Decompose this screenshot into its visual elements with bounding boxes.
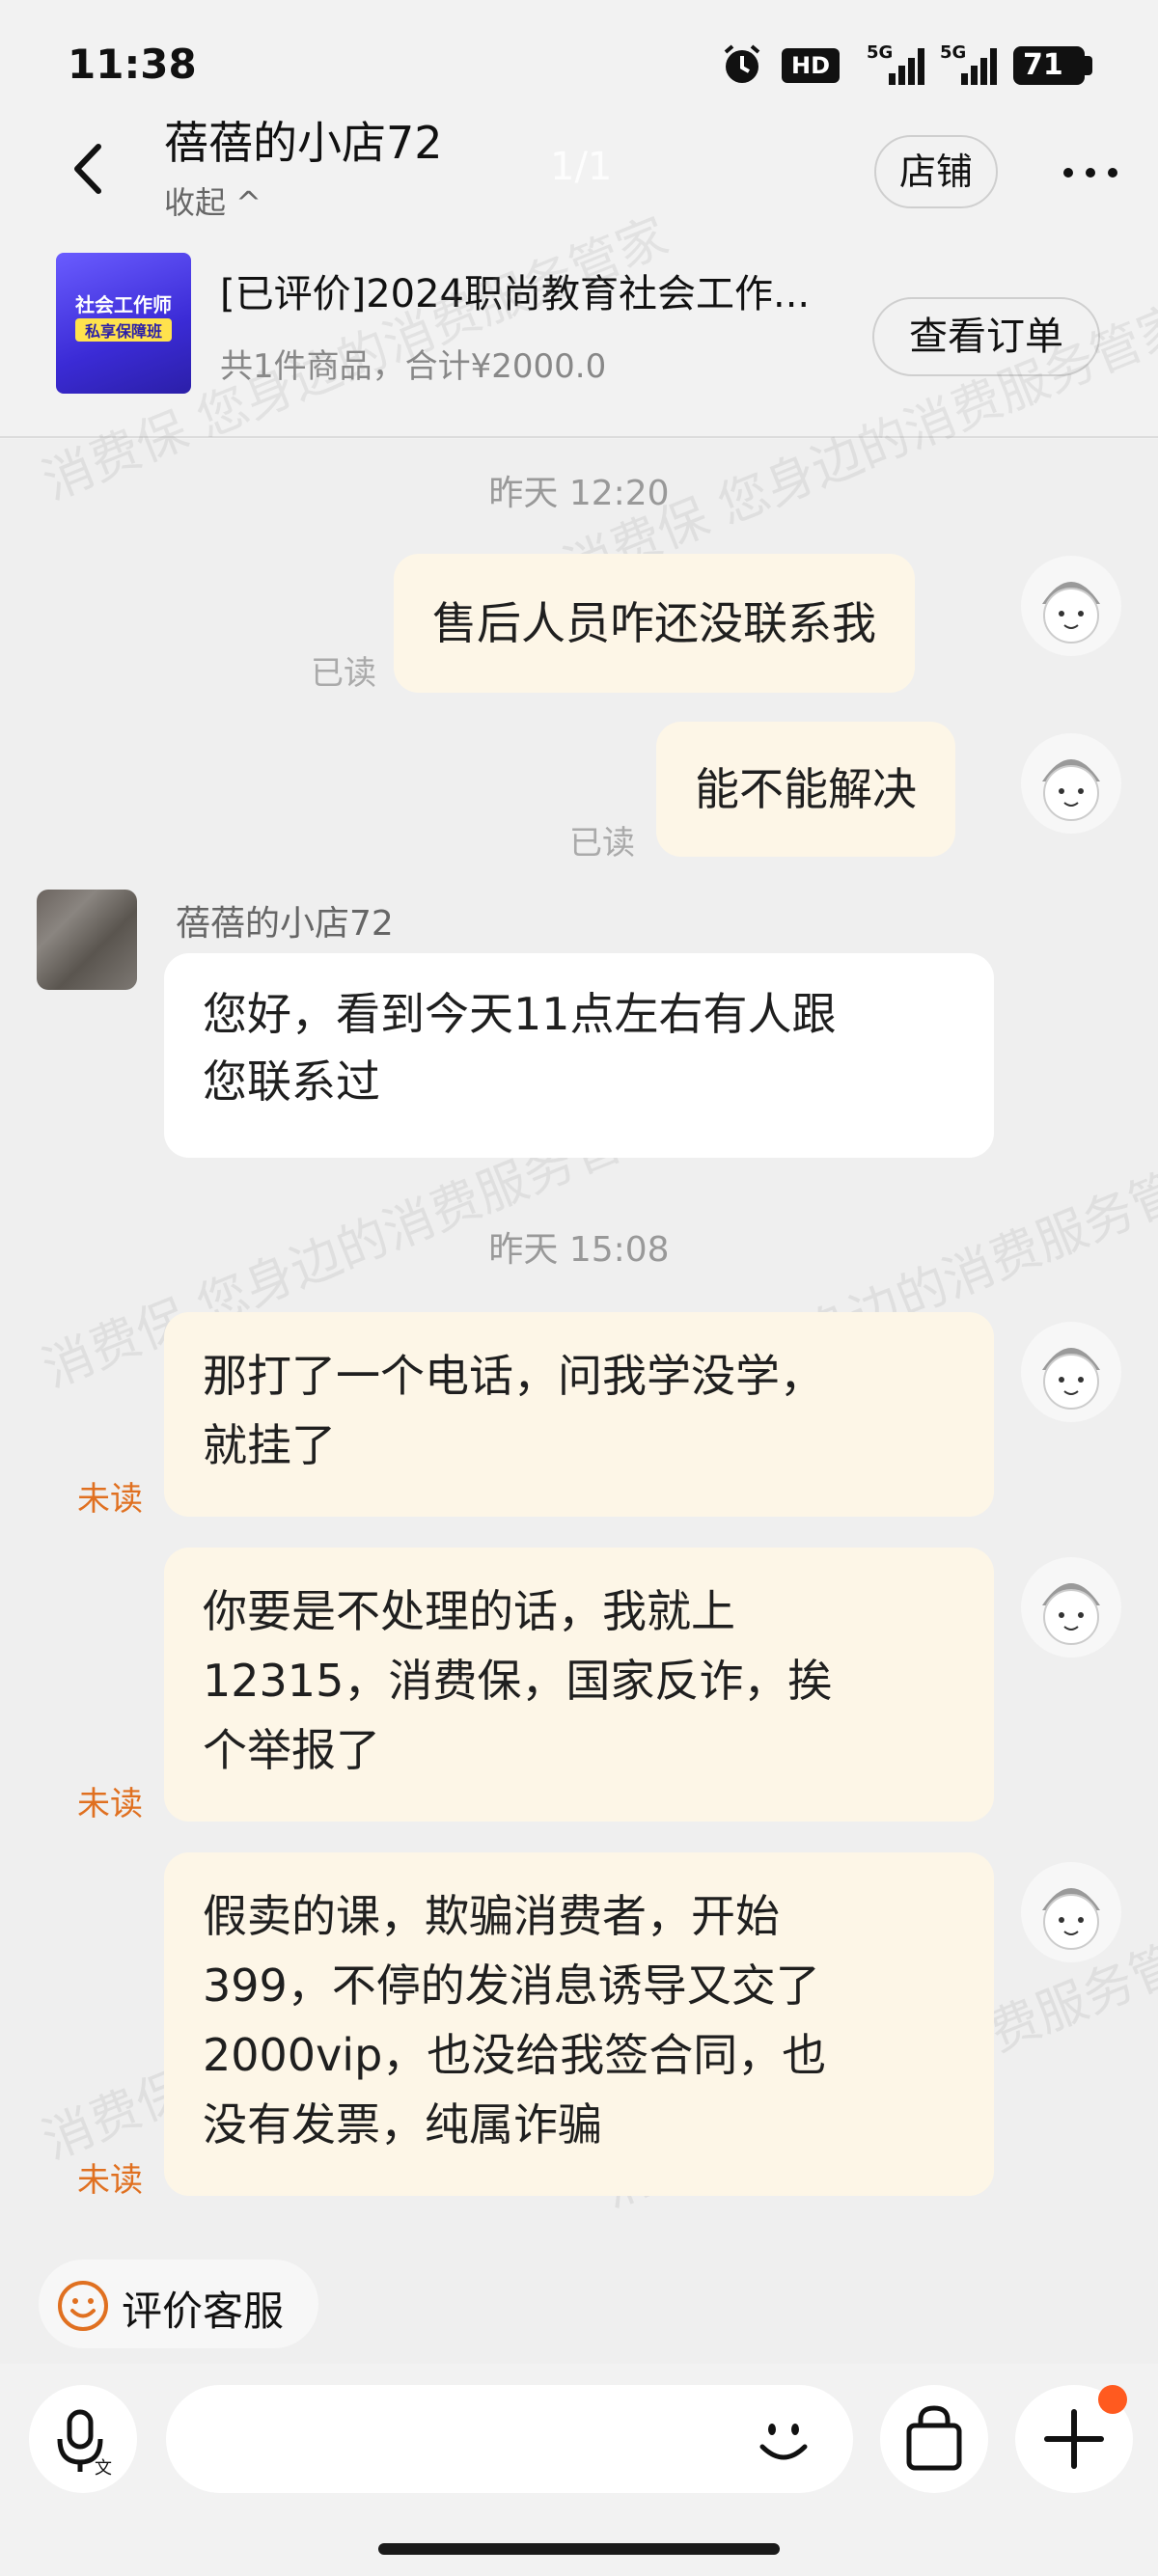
collapse-toggle[interactable]: 收起 ^ (164, 178, 262, 223)
user-avatar-icon (1042, 1348, 1100, 1410)
message-text: 您好，看到今天11点左右有人跟 (203, 988, 837, 1040)
message-text: 没有发票，纯属诈骗 (203, 2098, 602, 2151)
back-button[interactable] (58, 135, 116, 203)
avatar[interactable] (1021, 1557, 1121, 1658)
thumb-title: 社会工作师 (75, 293, 172, 316)
divider (0, 436, 1158, 438)
user-avatar-icon (1042, 1888, 1100, 1950)
smile-icon (58, 2281, 108, 2331)
emoji-icon[interactable] (743, 2398, 824, 2480)
message-text: 399，不停的发消息诱导又交了 (203, 1959, 820, 2012)
signal-1-label: 5G (867, 42, 894, 63)
message-text: 假卖的课，欺骗消费者，开始 (203, 1890, 780, 1942)
shopping-bag-icon (906, 2405, 962, 2471)
message-text: 12315，消费保，国家反诈，挨 (203, 1655, 833, 1707)
message-timestamp: 昨天 12:20 (488, 474, 670, 513)
alarm-icon (724, 44, 760, 83)
store-button[interactable]: 店铺 (874, 135, 998, 208)
message-bubble-sent[interactable]: 售后人员咋还没联系我 (394, 554, 915, 693)
status-time: 11:38 (68, 41, 197, 88)
message-bubble-received[interactable]: 您好，看到今天11点左右有人跟 您联系过 (164, 953, 994, 1158)
order-summary: 共1件商品，合计¥2000.0 (220, 347, 607, 386)
view-order-button[interactable]: 查看订单 (872, 297, 1100, 376)
order-title[interactable]: [已评价]2024职尚教育社会工作... (220, 262, 857, 318)
read-status: 已读 (569, 824, 635, 863)
message-text: 你要是不处理的话，我就上 (203, 1585, 735, 1637)
hd-icon: HD (782, 48, 840, 83)
message-bubble-sent[interactable]: 能不能解决 (656, 722, 955, 857)
shop-avatar[interactable] (37, 890, 137, 990)
message-text: 2000vip，也没给我签合同，也 (203, 2029, 827, 2081)
avatar[interactable] (1021, 556, 1121, 656)
message-bubble-sent[interactable]: 你要是不处理的话，我就上 12315，消费保，国家反诈，挨 个举报了 (164, 1548, 994, 1822)
home-indicator[interactable] (378, 2543, 780, 2555)
shopping-bag-button[interactable] (880, 2385, 988, 2493)
unread-status: 未读 (77, 1480, 143, 1519)
battery-level: 71 (1023, 48, 1063, 82)
sender-name: 蓓蓓的小店72 (176, 904, 394, 944)
message-text: 您联系过 (203, 1055, 380, 1108)
message-text: 个举报了 (203, 1724, 380, 1776)
avatar[interactable] (1021, 1862, 1121, 1962)
battery-tip (1085, 56, 1092, 75)
rate-service-label: 评价客服 (122, 2288, 285, 2335)
message-text: 那打了一个电话，问我学没学， (203, 1350, 824, 1402)
microphone-icon: 文 (57, 2409, 112, 2479)
shop-title[interactable]: 蓓蓓的小店72 (164, 108, 443, 172)
message-bubble-sent[interactable]: 假卖的课，欺骗消费者，开始 399，不停的发消息诱导又交了 2000vip，也没… (164, 1852, 994, 2196)
user-avatar-icon (1042, 1583, 1100, 1645)
page-indicator: 1/1 (550, 145, 613, 189)
unread-status: 未读 (77, 1785, 143, 1823)
user-avatar-icon (1042, 759, 1100, 821)
avatar[interactable] (1021, 1322, 1121, 1422)
unread-status: 未读 (77, 2161, 143, 2200)
message-timestamp: 昨天 15:08 (488, 1230, 670, 1270)
voice-input-button[interactable]: 文 (29, 2385, 137, 2493)
svg-text:文: 文 (95, 2458, 112, 2479)
user-avatar-icon (1042, 582, 1100, 644)
more-options-icon[interactable] (1052, 145, 1129, 199)
message-bubble-sent[interactable]: 那打了一个电话，问我学没学， 就挂了 (164, 1312, 994, 1517)
signal-2-label: 5G (940, 42, 967, 63)
thumb-subtitle: 私享保障班 (75, 318, 172, 342)
avatar[interactable] (1021, 733, 1121, 834)
notification-dot (1098, 2385, 1127, 2414)
read-status: 已读 (311, 654, 376, 693)
message-text: 就挂了 (203, 1419, 336, 1471)
